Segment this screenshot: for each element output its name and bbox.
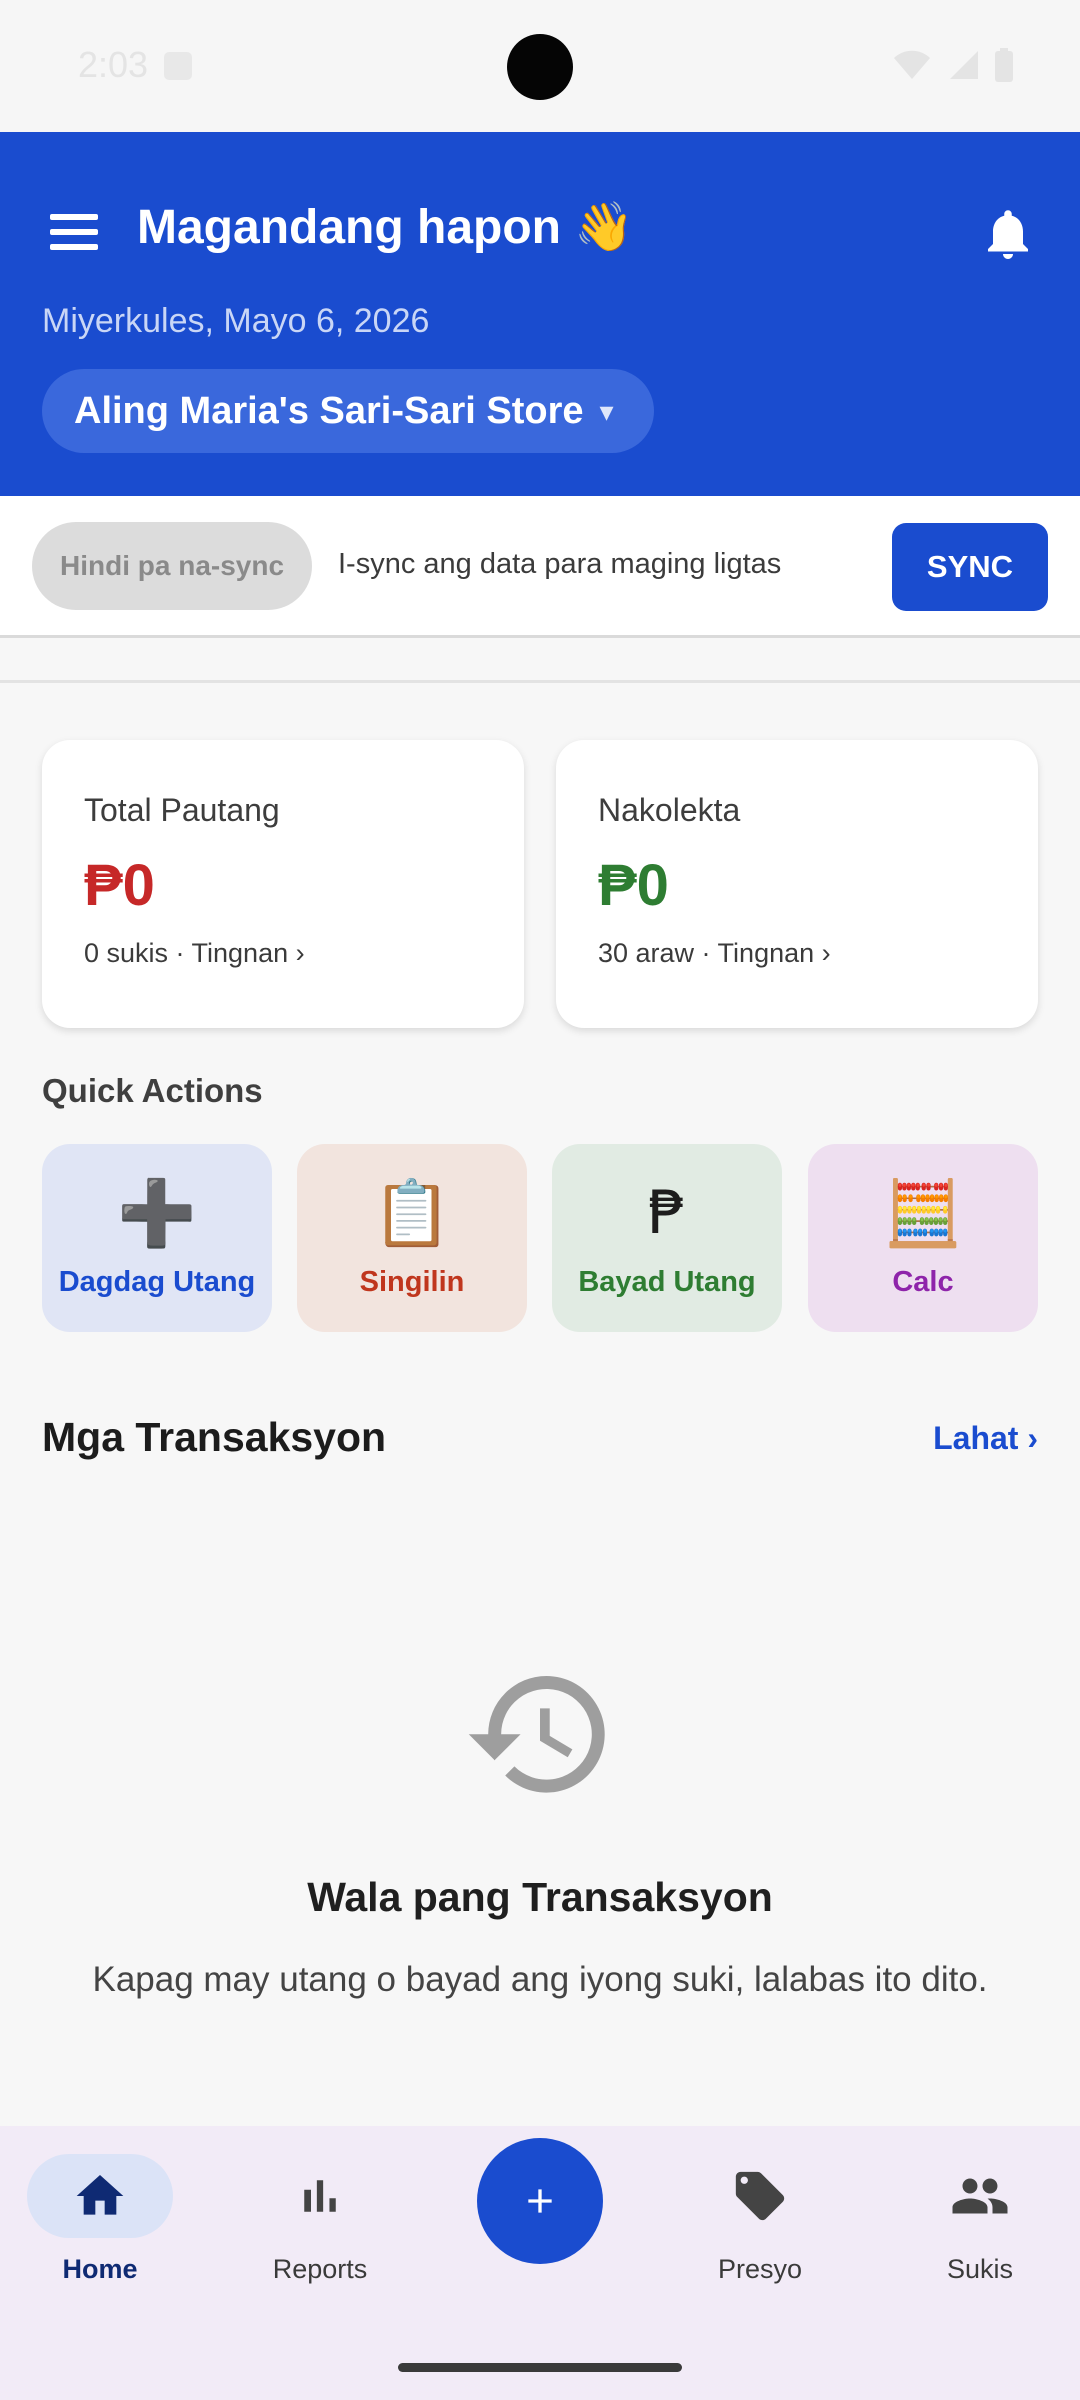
store-selector[interactable]: Aling Maria's Sari-Sari Store ▾ xyxy=(42,369,654,453)
card-amount: ₱0 xyxy=(84,853,155,918)
card-title: Nakolekta xyxy=(598,792,741,828)
gesture-home-indicator xyxy=(398,2363,682,2372)
tag-icon xyxy=(735,2171,785,2221)
store-name: Aling Maria's Sari-Sari Store xyxy=(74,389,584,432)
notification-icon xyxy=(164,52,192,80)
history-icon xyxy=(468,1676,605,1793)
dagdag-utang-button[interactable]: ➕ Dagdag Utang xyxy=(42,1144,272,1332)
signal-icon xyxy=(950,51,978,79)
sync-status-badge: Hindi pa na-sync xyxy=(32,522,313,610)
greeting-title: Magandang hapon 👋 xyxy=(137,201,635,254)
caret-down-icon: ▾ xyxy=(599,395,614,427)
quick-action-label: Calc xyxy=(892,1265,954,1298)
status-time: 2:03 xyxy=(78,44,149,85)
plus-icon: ➕ xyxy=(117,1176,197,1249)
bottom-navigation: Home Reports Presyo Sukis xyxy=(0,2126,1080,2400)
calc-button[interactable]: 🧮 Calc xyxy=(808,1144,1038,1332)
add-icon xyxy=(528,2189,552,2213)
bar-chart-icon xyxy=(304,2180,336,2212)
battery-icon xyxy=(995,48,1013,82)
home-icon xyxy=(76,2175,124,2215)
empty-state-message: Kapag may utang o bayad ang iyong suki, … xyxy=(92,1960,988,1999)
card-amount: ₱0 xyxy=(598,853,669,918)
hamburger-icon xyxy=(50,214,98,220)
sync-message: I-sync ang data para maging ligtas xyxy=(338,548,782,580)
quick-actions-title: Quick Actions xyxy=(42,1072,263,1109)
nav-sukis[interactable]: Sukis xyxy=(880,2154,1080,2304)
quick-action-label: Bayad Utang xyxy=(578,1265,756,1298)
nav-label: Sukis xyxy=(946,2254,1014,2284)
nav-label: Reports xyxy=(272,2254,368,2284)
card-title: Total Pautang xyxy=(84,792,280,828)
sync-button[interactable]: SYNC xyxy=(892,523,1048,611)
section-divider xyxy=(0,680,1080,683)
card-subtitle: 30 araw · Tingnan › xyxy=(598,938,831,968)
clipboard-icon: 📋 xyxy=(372,1176,452,1249)
peso-icon: ₱ xyxy=(647,1177,687,1248)
nav-reports[interactable]: Reports xyxy=(220,2154,420,2304)
transactions-title: Mga Transaksyon xyxy=(42,1414,387,1460)
singilin-button[interactable]: 📋 Singilin xyxy=(297,1144,527,1332)
nav-home[interactable]: Home xyxy=(0,2154,200,2304)
empty-state-title: Wala pang Transaksyon xyxy=(307,1874,773,1920)
app-screen: 2:03 Magandang hapon 👋 Miyerkules, Mayo … xyxy=(0,0,1080,2400)
nav-label: Home xyxy=(62,2254,138,2284)
card-subtitle: 0 sukis · Tingnan › xyxy=(84,938,305,968)
bayad-utang-button[interactable]: ₱ Bayad Utang xyxy=(552,1144,782,1332)
nav-presyo[interactable]: Presyo xyxy=(660,2154,860,2304)
camera-cutout xyxy=(507,34,573,100)
people-icon xyxy=(952,2178,1008,2214)
total-pautang-card[interactable]: Total Pautang ₱0 0 sukis · Tingnan › xyxy=(42,740,524,1028)
nav-label: Presyo xyxy=(717,2254,803,2284)
add-fab-button[interactable] xyxy=(477,2138,603,2264)
bell-icon xyxy=(988,210,1028,259)
menu-button[interactable] xyxy=(44,202,104,262)
current-date: Miyerkules, Mayo 6, 2026 xyxy=(42,302,430,340)
status-bar: 2:03 xyxy=(0,0,1080,132)
app-header: Magandang hapon 👋 Miyerkules, Mayo 6, 20… xyxy=(0,132,1080,496)
quick-action-label: Dagdag Utang xyxy=(58,1265,256,1298)
notifications-button[interactable] xyxy=(978,202,1038,266)
quick-action-label: Singilin xyxy=(359,1265,465,1298)
nakolekta-card[interactable]: Nakolekta ₱0 30 araw · Tingnan › xyxy=(556,740,1038,1028)
sync-bar: Hindi pa na-sync I-sync ang data para ma… xyxy=(0,496,1080,638)
abacus-icon: 🧮 xyxy=(883,1176,963,1249)
wifi-icon xyxy=(894,50,930,79)
see-all-link[interactable]: Lahat › xyxy=(933,1420,1038,1457)
status-icons xyxy=(892,48,1014,82)
